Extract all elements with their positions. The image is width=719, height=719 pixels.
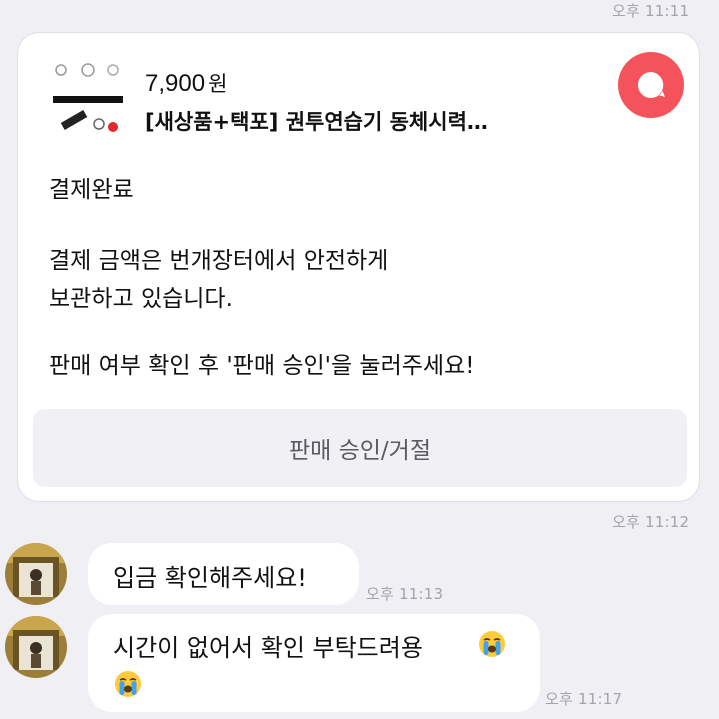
loudly-crying-face-icon [115, 671, 141, 697]
product-price: 7,900 원 [145, 68, 227, 98]
avatar[interactable] [5, 543, 67, 605]
product-thumbnail[interactable] [51, 60, 126, 140]
message-bubble: 입금 확인해주세요! [88, 543, 359, 605]
avatar[interactable] [5, 616, 67, 678]
body-line-2: 보관하고 있습니다. [49, 286, 233, 312]
message-bubble: 시간이 없어서 확인 부탁드려용 [88, 614, 540, 712]
approve-reject-button[interactable]: 판매 승인/거절 [33, 409, 687, 487]
body-line-1: 결제 금액은 번개장터에서 안전하게 [49, 248, 389, 274]
chat-bubble-icon [637, 71, 665, 98]
timestamp-card: 오후 11:12 [612, 513, 690, 531]
message-text: 입금 확인해주세요! [113, 564, 307, 592]
price-currency: 원 [208, 73, 228, 96]
body-line-3: 판매 여부 확인 후 '판매 승인'을 눌러주세요! [49, 353, 475, 379]
transaction-card: 7,900 원 [새상품+택포] 권투연습기 동체시력… 결제완료 결제 금액은 … [17, 32, 700, 502]
timestamp-top: 오후 11:11 [612, 2, 690, 20]
product-title[interactable]: [새상품+택포] 권투연습기 동체시력… [145, 106, 488, 136]
timestamp-msg2: 오후 11:17 [545, 690, 623, 708]
payment-status: 결제완료 [49, 177, 134, 203]
timestamp-msg1: 오후 11:13 [366, 585, 444, 603]
chat-badge [618, 52, 684, 118]
message-text: 시간이 없어서 확인 부탁드려용 [113, 634, 423, 662]
loudly-crying-face-icon [479, 631, 505, 657]
price-value: 7,900 [145, 70, 206, 97]
